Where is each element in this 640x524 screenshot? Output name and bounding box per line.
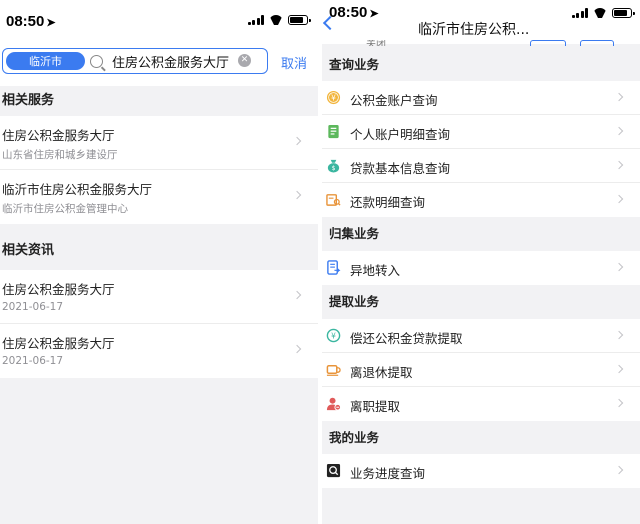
status-bar: 08:50 ➤ (322, 0, 640, 21)
list-item[interactable]: 住房公积金服务大厅 山东省住房和城乡建设厅 (0, 116, 318, 170)
wifi-icon (593, 8, 607, 18)
chevron-right-icon (292, 344, 302, 354)
yen-coin-icon: ¥ (326, 90, 341, 105)
menu-item-label: 贷款基本信息查询 (350, 161, 451, 176)
document-icon (328, 124, 339, 139)
related-news-list: 住房公积金服务大厅 2021-06-17 住房公积金服务大厅 2021-06-1… (0, 270, 318, 378)
wifi-icon (269, 15, 283, 25)
menu-item-label: 个人账户明细查询 (350, 127, 451, 142)
peek-button (530, 40, 566, 46)
chevron-right-icon (614, 330, 624, 340)
cancel-button[interactable]: 取消 (281, 53, 307, 72)
chevron-right-icon (292, 190, 302, 200)
related-services-heading: 相关服务 (2, 93, 55, 108)
related-services-list: 住房公积金服务大厅 山东省住房和城乡建设厅 临沂市住房公积金服务大厅 临沂市住房… (0, 116, 318, 224)
peek-text: 关闭 (366, 40, 386, 46)
chevron-right-icon (614, 398, 624, 408)
search-bar: 临沂市 住房公积金服务大厅 ✕ 取消 (0, 34, 318, 86)
item-title: 临沂市住房公积金服务大厅 (2, 182, 153, 197)
svg-text:¥: ¥ (331, 93, 336, 102)
progress-search-icon (326, 463, 341, 478)
money-bag-icon: $ (327, 159, 340, 173)
search-field[interactable]: 临沂市 住房公积金服务大厅 ✕ (2, 48, 268, 74)
cellular-signal-icon (247, 15, 264, 25)
chevron-right-icon (292, 290, 302, 300)
menu-item-label: 业务进度查询 (350, 466, 426, 481)
peek-button (580, 40, 614, 46)
right-screen: 08:50 ➤ 临沂市住房公积... 关闭 查询业务 ¥ 公积金账户查询 个人账… (322, 0, 640, 524)
list-item[interactable]: 临沂市住房公积金服务大厅 临沂市住房公积金管理中心 (0, 170, 318, 224)
item-title: 住房公积金服务大厅 (2, 128, 115, 143)
menu-item-loan-repayment-withdrawal[interactable]: ¥ 偿还公积金贷款提取 (322, 319, 640, 353)
chevron-right-icon (292, 136, 302, 146)
city-selector[interactable]: 临沂市 (6, 52, 85, 70)
location-arrow-icon: ➤ (369, 8, 379, 20)
section-heading-collection: 归集业务 (329, 226, 380, 241)
status-time: 08:50 ➤ (6, 13, 56, 30)
menu-item-label: 还款明细查询 (350, 195, 426, 210)
menu-item-label: 离职提取 (350, 399, 401, 414)
menu-item-label: 公积金账户查询 (350, 93, 438, 108)
menu-item-loan-info[interactable]: $ 贷款基本信息查询 (322, 149, 640, 183)
menu-item-progress-query[interactable]: 业务进度查询 (322, 454, 640, 488)
list-item[interactable]: 住房公积金服务大厅 2021-06-17 (0, 324, 318, 378)
item-title: 住房公积金服务大厅 (2, 336, 115, 351)
search-input[interactable]: 住房公积金服务大厅 (112, 52, 229, 71)
svg-text:¥: ¥ (331, 331, 336, 340)
menu-item-retirement-withdrawal[interactable]: 离退休提取 (322, 353, 640, 387)
clear-icon[interactable]: ✕ (238, 54, 251, 67)
menu-item-account-detail[interactable]: 个人账户明细查询 (322, 115, 640, 149)
chevron-right-icon (614, 126, 624, 136)
chevron-right-icon (614, 92, 624, 102)
transfer-doc-icon (327, 260, 341, 275)
status-bar: 08:50 ➤ (0, 0, 318, 34)
receipt-search-icon (326, 194, 341, 206)
item-title: 住房公积金服务大厅 (2, 282, 115, 297)
location-arrow-icon: ➤ (46, 17, 56, 29)
cup-icon (326, 365, 341, 376)
page-title: 临沂市住房公积... (418, 22, 530, 38)
item-subtitle: 临沂市住房公积金管理中心 (2, 203, 128, 215)
nav-header: 08:50 ➤ 临沂市住房公积... 关闭 (322, 0, 640, 46)
chevron-right-icon (614, 194, 624, 204)
item-subtitle: 山东省住房和城乡建设厅 (2, 149, 118, 161)
menu-item-repayment-detail[interactable]: 还款明细查询 (322, 183, 640, 217)
list-item[interactable]: 住房公积金服务大厅 2021-06-17 (0, 270, 318, 324)
menu-item-label: 异地转入 (350, 263, 401, 278)
menu-item-label: 离退休提取 (350, 365, 413, 380)
section-heading-query: 查询业务 (329, 57, 380, 72)
menu-item-remote-transfer[interactable]: 异地转入 (322, 251, 640, 285)
cellular-signal-icon (571, 8, 588, 18)
menu-item-resignation-withdrawal[interactable]: 离职提取 (322, 387, 640, 421)
svg-text:$: $ (332, 165, 336, 172)
menu-item-label: 偿还公积金贷款提取 (350, 331, 463, 346)
chevron-right-icon (614, 465, 624, 475)
chevron-right-icon (614, 262, 624, 272)
search-icon (90, 54, 103, 68)
chevron-right-icon (614, 364, 624, 374)
status-time: 08:50 ➤ (329, 4, 379, 21)
person-minus-icon (326, 397, 341, 411)
item-date: 2021-06-17 (2, 301, 64, 313)
battery-icon (288, 15, 311, 25)
section-heading-withdrawal: 提取业务 (329, 294, 380, 309)
item-date: 2021-06-17 (2, 355, 64, 367)
menu-item-account-query[interactable]: ¥ 公积金账户查询 (322, 81, 640, 115)
yen-circle-icon: ¥ (326, 328, 341, 343)
section-heading-my-business: 我的业务 (329, 430, 380, 445)
left-screen: 08:50 ➤ 临沂市 住房公积金服务大厅 ✕ 取消 相关服务 住房公积金服务大厅… (0, 0, 318, 524)
battery-icon (612, 8, 635, 18)
related-news-heading: 相关资讯 (2, 243, 55, 258)
underlying-toolbar: 关闭 (322, 40, 640, 46)
chevron-right-icon (614, 160, 624, 170)
